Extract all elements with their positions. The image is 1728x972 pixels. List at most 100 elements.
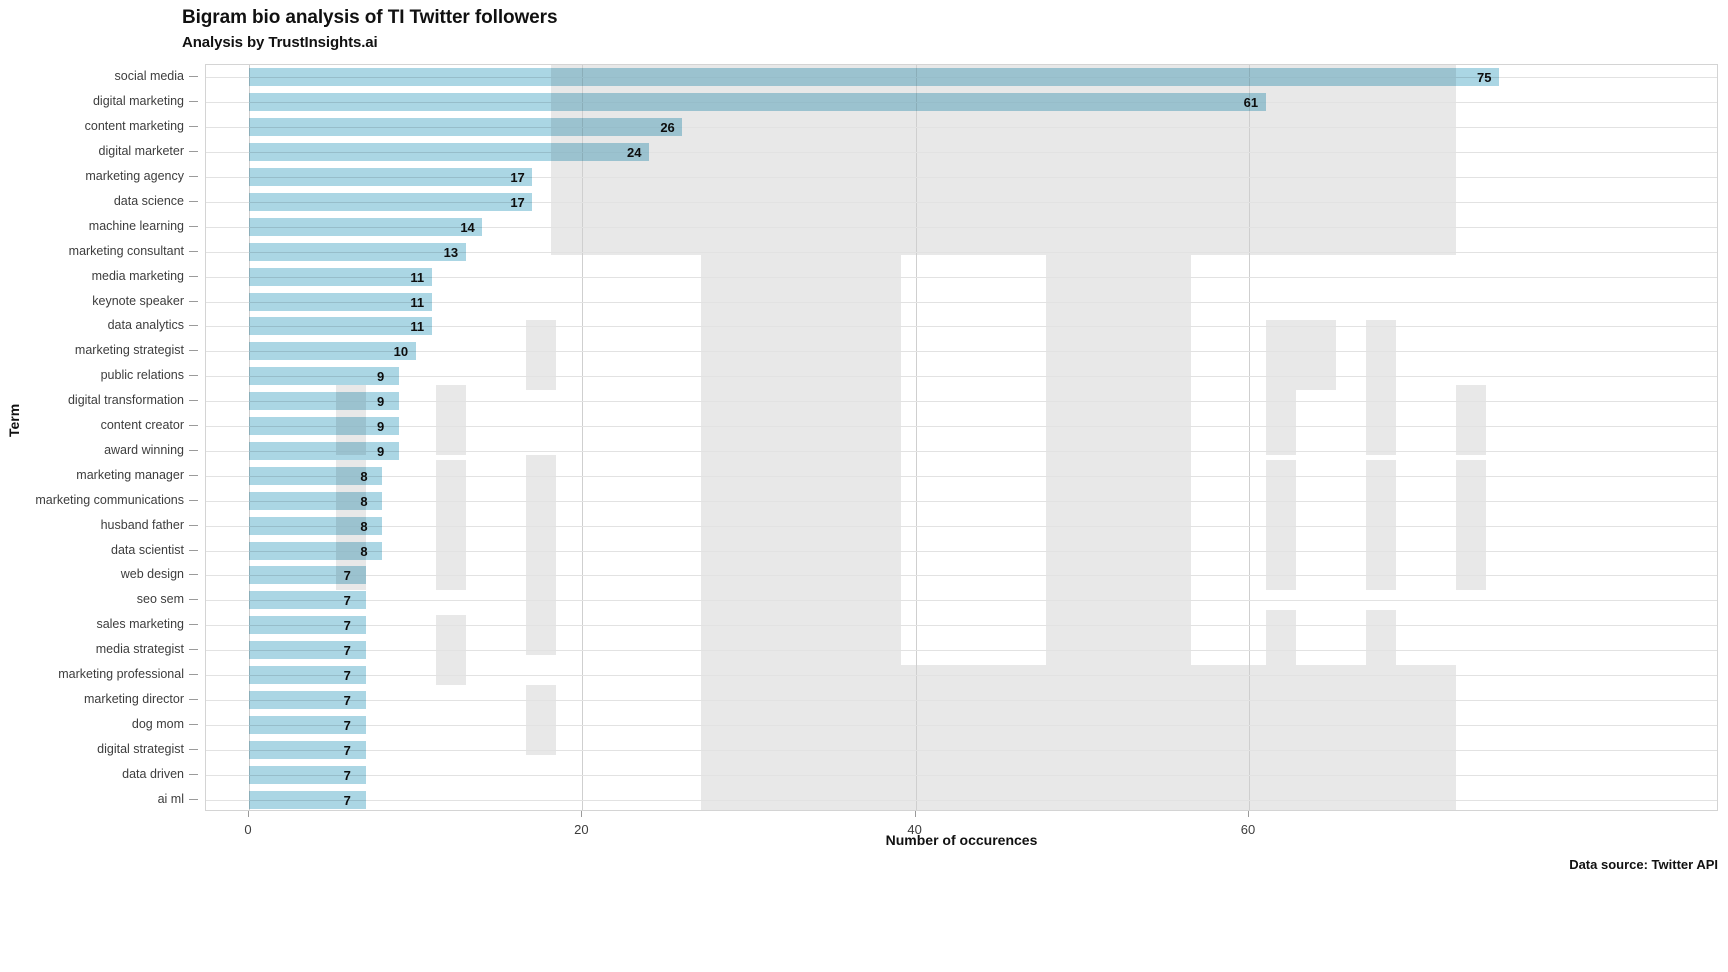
bar-value-label: 9 [377, 394, 385, 410]
bar-value-label: 13 [443, 244, 459, 260]
y-axis-tick-label: web design [120, 567, 184, 582]
y-axis-tick-mark [189, 101, 198, 102]
y-axis-tick-mark [189, 325, 198, 326]
y-axis-tick-label: marketing consultant [68, 243, 184, 258]
bar-value-label: 8 [360, 468, 368, 484]
y-axis-tick-label: data driven [122, 766, 184, 781]
y-axis-tick-label: media marketing [91, 268, 184, 283]
y-axis-tick-mark [189, 176, 198, 177]
page-title: Bigram bio analysis of TI Twitter follow… [182, 7, 558, 28]
y-axis-tick-mark [189, 126, 198, 127]
y-axis-tick-label: marketing manager [76, 467, 184, 482]
bar-value-label: 14 [460, 219, 475, 235]
y-axis-tick-label: husband father [100, 517, 184, 532]
y-axis-tick-label: marketing strategist [74, 343, 184, 358]
y-axis-tick-label: digital marketing [92, 94, 184, 109]
bar-value-label: 9 [377, 369, 385, 385]
bar [249, 267, 433, 286]
bar-value-label: 8 [360, 493, 368, 509]
bar-value-label: 61 [1243, 95, 1259, 111]
y-axis-tick-mark [189, 724, 198, 725]
x-axis-tick-mark [914, 811, 916, 817]
y-axis-tick-mark [189, 76, 198, 77]
x-axis-tick-mark [1248, 811, 1249, 817]
bar-value-label: 75 [1477, 70, 1492, 86]
chart-page: Bigram bio analysis of TI Twitter follow… [0, 0, 1728, 972]
y-axis-tick-mark [189, 774, 198, 775]
bar-value-label: 7 [343, 792, 351, 808]
bar-value-label: 7 [343, 742, 351, 758]
bar-series: 75 61 26 24 17 17 14 13 11 11 11 10 9 9 9 9 8 8 8 8 7 7 7 7 7 7 7 7… [206, 65, 1717, 810]
y-axis-tick-label: machine learning [88, 218, 184, 233]
y-axis-tick-label: marketing agency [85, 169, 184, 184]
y-axis-tick-mark [189, 226, 198, 227]
x-axis-tick-mark [581, 811, 583, 817]
y-axis-tick-mark [189, 276, 198, 277]
y-axis-tick-mark [189, 151, 198, 152]
y-axis-tick-label: keynote speaker [92, 293, 184, 308]
bar-value-label: 9 [377, 443, 385, 459]
x-axis-title: Number of occurences [885, 832, 1038, 848]
y-axis-tick-mark [189, 649, 198, 650]
bar-value-label: 17 [510, 170, 525, 186]
bar [249, 143, 649, 162]
y-axis-tick-label: digital transformation [67, 393, 184, 408]
y-axis-tick-mark [189, 375, 198, 376]
y-axis-tick-mark [189, 674, 198, 675]
y-axis-tick-label: data scientist [111, 542, 184, 557]
data-source-note: Data source: Twitter API [1569, 857, 1718, 872]
y-axis-tick-label: marketing director [83, 691, 184, 706]
y-axis-tick-mark [189, 525, 198, 526]
plot-area: 75 61 26 24 17 17 14 13 11 11 11 10 9 9 9 9 8 8 8 8 7 7 7 7 7 7 7 7… [205, 64, 1718, 811]
bar [249, 242, 466, 261]
bar-value-label: 7 [343, 767, 351, 783]
y-axis-tick-label: digital marketer [98, 144, 184, 159]
y-axis-tick-label: public relations [100, 368, 184, 383]
bar-value-label: 9 [377, 419, 385, 435]
y-axis-tick-label: data analytics [107, 318, 184, 333]
bar-value-label: 7 [343, 593, 351, 609]
bar-value-label: 11 [410, 269, 425, 285]
y-axis-tick-mark [189, 425, 198, 426]
y-axis-tick-mark [189, 450, 198, 451]
y-axis-tick-mark [189, 599, 198, 600]
y-axis-tick-mark [189, 799, 198, 800]
bar-value-label: 8 [360, 543, 368, 559]
y-axis-tick-mark [189, 624, 198, 625]
bar [249, 192, 533, 211]
bar [249, 168, 533, 186]
y-axis-tick-label: marketing communications [35, 492, 184, 507]
y-axis-tick-label: social media [114, 69, 184, 84]
x-axis-tick-mark [248, 811, 249, 817]
y-axis-tick-mark [189, 201, 198, 202]
bar-value-label: 11 [410, 294, 425, 310]
bar-value-label: 8 [360, 518, 368, 534]
bar-value-label: 11 [410, 319, 425, 335]
bar [249, 93, 1266, 112]
bar-value-label: 7 [343, 643, 351, 659]
y-axis-tick-mark [189, 749, 198, 750]
y-axis-tick-mark [189, 400, 198, 401]
y-axis-tick-label: dog mom [131, 716, 184, 731]
y-axis-tick-mark [189, 550, 198, 551]
y-axis-tick-label: digital strategist [97, 741, 184, 756]
y-axis-labels: social media digital marketing content mar… [0, 64, 198, 811]
y-axis-tick-label: ai ml [157, 791, 184, 806]
bar-value-label: 7 [343, 668, 351, 684]
y-axis-tick-label: data science [113, 193, 184, 208]
bar-value-label: 26 [660, 120, 675, 136]
y-axis-tick-mark [189, 500, 198, 501]
y-axis-tick-label: sales marketing [96, 617, 184, 632]
bar-value-label: 7 [343, 717, 351, 733]
bar [249, 292, 433, 311]
y-axis-tick-mark [189, 251, 198, 252]
bar-value-label: 7 [343, 692, 351, 708]
y-axis-tick-label: media strategist [95, 642, 184, 657]
bar-value-label: 10 [393, 344, 409, 360]
bar-value-label: 24 [627, 145, 642, 161]
y-axis-tick-mark [189, 301, 198, 302]
y-axis-tick-mark [189, 350, 198, 351]
bar [249, 217, 483, 236]
y-axis-tick-mark [189, 475, 198, 476]
bar [249, 118, 683, 137]
